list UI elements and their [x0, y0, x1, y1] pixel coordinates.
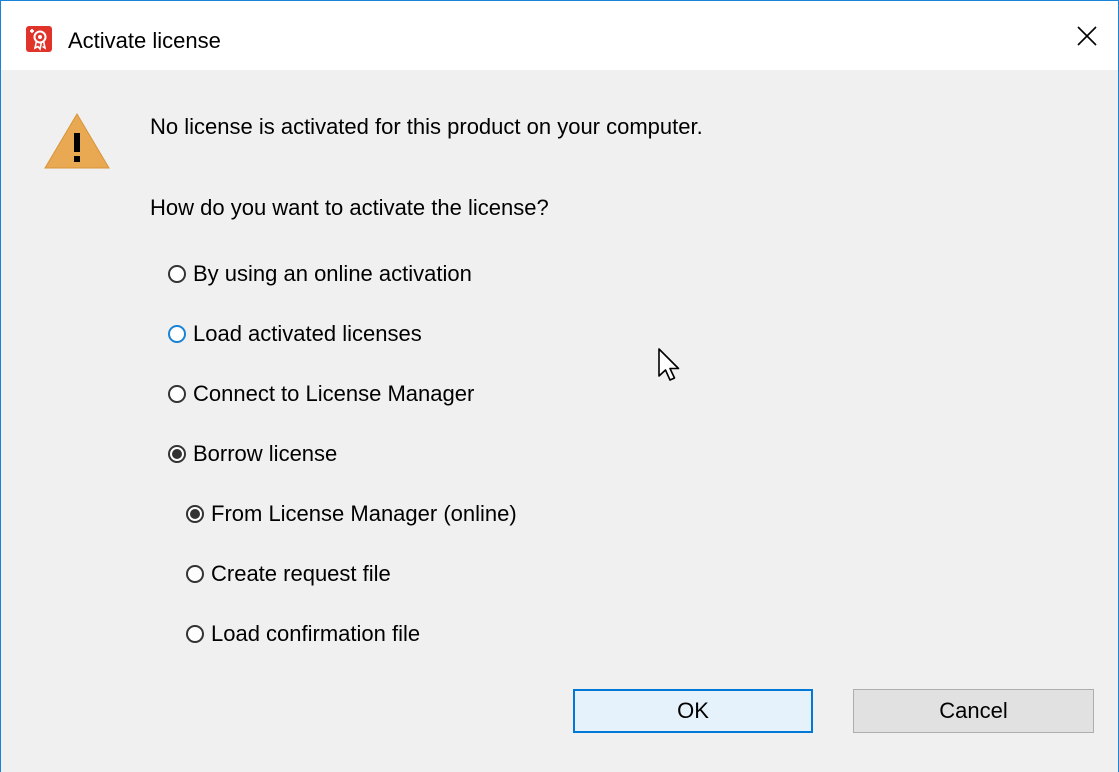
option-label: By using an online activation	[193, 261, 472, 286]
close-icon	[1077, 25, 1097, 46]
option-connect-license-manager[interactable]: Connect to License Manager	[168, 379, 474, 409]
radio-button[interactable]	[186, 625, 204, 643]
suboption-load-confirmation-file[interactable]: Load confirmation file	[186, 619, 420, 649]
ok-button[interactable]: OK	[573, 689, 813, 733]
cancel-button[interactable]: Cancel	[853, 689, 1094, 733]
activate-license-dialog: Activate license No license is activated…	[0, 0, 1119, 772]
radio-button[interactable]	[168, 385, 186, 403]
radio-button[interactable]	[168, 325, 186, 343]
option-label: Connect to License Manager	[193, 381, 475, 406]
radio-button-selected[interactable]	[168, 445, 186, 463]
option-label: Borrow license	[193, 441, 338, 466]
mouse-cursor-icon	[658, 348, 680, 381]
option-label: From License Manager (online)	[211, 501, 517, 526]
option-label: Load activated licenses	[193, 321, 422, 346]
option-label: Create request file	[211, 561, 391, 586]
window-title: Activate license	[68, 28, 221, 53]
title-bar: Activate license	[1, 1, 1118, 70]
status-message: No license is activated for this product…	[150, 114, 703, 139]
option-label: Load confirmation file	[211, 621, 421, 646]
radio-dot	[172, 449, 182, 459]
option-online-activation[interactable]: By using an online activation	[168, 259, 472, 289]
activation-question: How do you want to activate the license?	[150, 195, 549, 220]
radio-button[interactable]	[186, 565, 204, 583]
radio-button-selected[interactable]	[186, 505, 204, 523]
close-button[interactable]	[1056, 1, 1118, 70]
ribbon-badge-icon	[26, 26, 52, 52]
radio-dot	[190, 509, 200, 519]
radio-button[interactable]	[168, 265, 186, 283]
suboption-create-request-file[interactable]: Create request file	[186, 559, 391, 589]
option-load-activated-licenses[interactable]: Load activated licenses	[168, 319, 422, 349]
option-borrow-license[interactable]: Borrow license	[168, 439, 337, 469]
warning-icon	[44, 113, 110, 169]
suboption-from-license-manager[interactable]: From License Manager (online)	[186, 499, 517, 529]
